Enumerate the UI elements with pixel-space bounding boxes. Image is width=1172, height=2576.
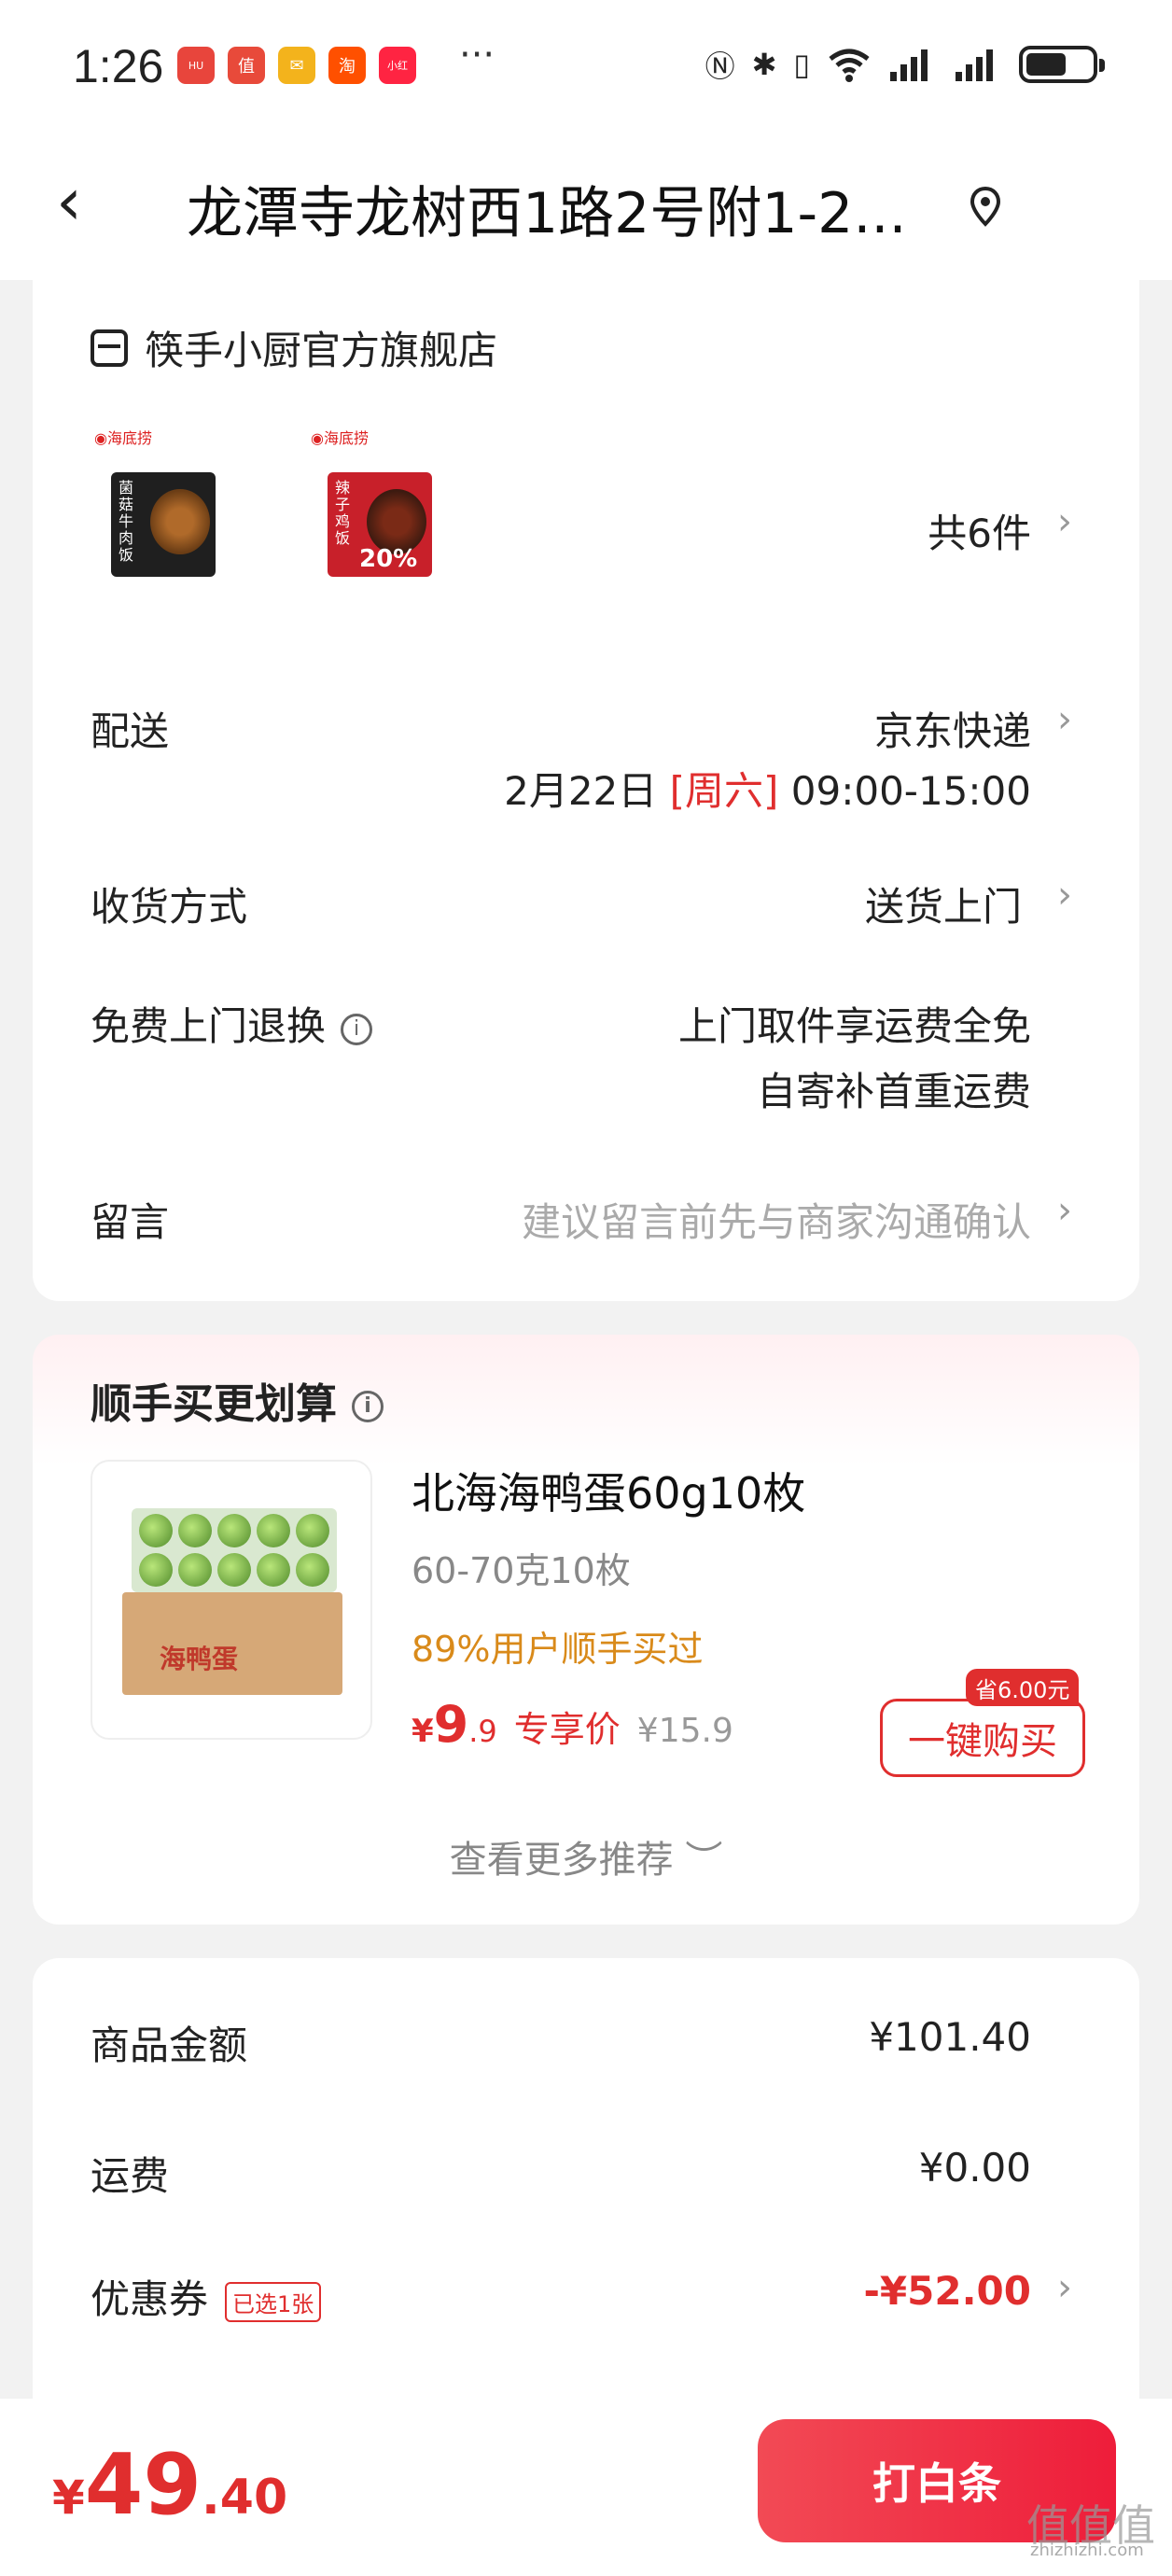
- goods-amount-label: 商品金额: [91, 2023, 248, 2068]
- shipping-label: 运费: [91, 2153, 170, 2199]
- price-integer: 9: [433, 1695, 469, 1754]
- coupon-label: 优惠券 已选1张: [91, 2268, 322, 2325]
- delivery-schedule[interactable]: 2月22日 [周六] 09:00-15:00: [504, 760, 1031, 817]
- egg-image: [257, 1514, 290, 1547]
- food-image: [150, 489, 210, 554]
- total-integer: 49: [84, 2436, 202, 2534]
- location-pin-icon[interactable]: [969, 185, 1002, 230]
- bluetooth-icon: ✱: [751, 47, 777, 82]
- product-thumbnail[interactable]: ◉海底捞 菌菇牛肉饭: [91, 426, 230, 577]
- egg-tray-image: [132, 1508, 337, 1592]
- chevron-right-icon[interactable]: ›: [1057, 2266, 1072, 2309]
- product-spec: 60-70克10枚: [412, 1550, 631, 1591]
- product-box-image: 海鸭蛋: [122, 1592, 342, 1695]
- shipping-value: ¥0.00: [918, 2145, 1031, 2191]
- product-price: ¥ 9 .9 专享价 ¥15.9: [412, 1695, 733, 1754]
- one-click-buy-button[interactable]: 一键购买: [880, 1699, 1085, 1777]
- egg-image: [217, 1514, 251, 1547]
- chevron-right-icon[interactable]: ›: [1057, 1189, 1072, 1232]
- notification-app-icons: HU 值 ✉ 淘小红: [177, 47, 416, 84]
- recommendation-title: 顺手买更划算 i: [91, 1370, 384, 1430]
- original-price: ¥15.9: [636, 1712, 733, 1750]
- chevron-right-icon[interactable]: ›: [1057, 698, 1072, 741]
- delivery-courier[interactable]: 京东快递: [874, 700, 1031, 757]
- info-icon[interactable]: i: [341, 1013, 373, 1045]
- egg-image: [217, 1553, 251, 1587]
- nav-bar: ‹ 龙潭寺龙树西1路2号附1-2...: [0, 131, 1172, 280]
- status-time: 1:26: [73, 40, 164, 92]
- delivery-date: 2月22日: [504, 768, 658, 814]
- items-count[interactable]: 共6件: [928, 502, 1031, 559]
- free-return-text: 免费上门退换: [91, 1003, 327, 1049]
- chevron-right-icon[interactable]: ›: [1057, 500, 1072, 543]
- free-return-line1: 上门取件享运费全免: [677, 1003, 1031, 1049]
- price-decimal: .9: [468, 1714, 497, 1749]
- status-bar: 1:26 HU 值 ✉ 淘小红 ··· Ⓝ ✱ ▯: [0, 0, 1172, 131]
- vibrate-icon: ▯: [793, 47, 810, 82]
- signal-2-icon: [956, 49, 993, 81]
- watermark-url: zhizhizhi.com: [1030, 2541, 1144, 2560]
- product-thumb-text: 菌菇牛肉饭: [119, 479, 134, 564]
- product-badge: 20%: [359, 545, 418, 573]
- price-tag: 专享价: [513, 1709, 621, 1750]
- delivery-label: 配送: [91, 708, 170, 754]
- egg-image: [296, 1553, 329, 1587]
- wifi-icon: [829, 49, 870, 82]
- status-indicators: Ⓝ ✱ ▯: [705, 43, 1105, 86]
- egg-image: [257, 1553, 290, 1587]
- egg-image: [139, 1514, 173, 1547]
- more-recommendations-link[interactable]: 查看更多推荐 ︶: [33, 1829, 1139, 1883]
- product-image[interactable]: 海鸭蛋: [91, 1460, 372, 1740]
- nfc-icon: Ⓝ: [705, 49, 735, 84]
- taobao-app-icon: 淘: [328, 47, 366, 84]
- recommendation-card: 顺手买更划算 i 海鸭蛋 北海海鸭蛋60g10枚 60-70克10枚 89%用户顺…: [33, 1335, 1139, 1925]
- total-price: ¥ 49 .40: [52, 2436, 287, 2534]
- free-return-label: 免费上门退换 i: [91, 995, 373, 1052]
- egg-image: [296, 1514, 329, 1547]
- delivery-time: 09:00-15:00: [790, 768, 1031, 814]
- info-icon[interactable]: i: [352, 1391, 384, 1422]
- coupon-selected-tag: 已选1张: [225, 2282, 322, 2322]
- brand-logo-icon: ◉海底捞: [311, 429, 369, 447]
- product-name[interactable]: 北海海鸭蛋60g10枚: [412, 1460, 805, 1521]
- egg-image: [178, 1553, 212, 1587]
- battery-icon: [1019, 46, 1105, 83]
- product-thumb-text: 辣子鸡饭: [335, 479, 351, 547]
- order-card: 筷手小厨官方旗舰店 ◉海底捞 菌菇牛肉饭 ◉海底捞 辣子鸡饭 20% 共6件 ›…: [33, 276, 1139, 1301]
- receive-method-value[interactable]: 送货上门: [865, 875, 1022, 932]
- total-symbol: ¥: [52, 2471, 85, 2525]
- price-symbol: ¥: [412, 1713, 434, 1750]
- chevron-right-icon[interactable]: ›: [1057, 874, 1072, 917]
- huawei-app-icon: HU: [177, 47, 215, 84]
- more-notifications-icon: ···: [459, 34, 495, 77]
- store-icon: [91, 329, 128, 367]
- xiaohongshu-app-icon: 小红: [379, 47, 416, 84]
- mail-app-icon: ✉: [278, 47, 315, 84]
- address-title[interactable]: 龙潭寺龙树西1路2号附1-2...: [187, 168, 952, 249]
- egg-image: [178, 1514, 212, 1547]
- bought-ratio: 89%用户顺手买过: [412, 1629, 704, 1670]
- egg-image: [139, 1553, 173, 1587]
- back-icon[interactable]: ‹: [56, 163, 82, 240]
- shop-name: 筷手小厨官方旗舰店: [145, 328, 498, 373]
- coupon-label-text: 优惠券: [91, 2276, 209, 2322]
- receive-method-label: 收货方式: [91, 884, 248, 930]
- product-thumbnail[interactable]: ◉海底捞 辣子鸡饭 20%: [307, 426, 447, 577]
- message-input[interactable]: 建议留言前先与商家沟通确认: [522, 1191, 1031, 1248]
- brand-logo-icon: ◉海底捞: [94, 429, 152, 447]
- free-return-line2: 自寄补首重运费: [756, 1069, 1031, 1114]
- signal-icon: [890, 49, 928, 81]
- goods-amount-value: ¥101.40: [869, 2014, 1031, 2060]
- recommendation-title-text: 顺手买更划算: [91, 1380, 337, 1428]
- zhi-app-icon: 值: [228, 47, 265, 84]
- delivery-weekday: [周六]: [669, 768, 779, 814]
- coupon-value[interactable]: -¥52.00: [863, 2268, 1031, 2314]
- total-decimal: .40: [202, 2470, 288, 2526]
- save-badge: 省6.00元: [966, 1669, 1080, 1706]
- message-label: 留言: [91, 1199, 170, 1245]
- shop-header[interactable]: 筷手小厨官方旗舰店: [91, 319, 497, 376]
- checkout-bar: ¥ 49 .40 打白条: [0, 2399, 1172, 2576]
- box-label: 海鸭蛋: [160, 1644, 239, 1674]
